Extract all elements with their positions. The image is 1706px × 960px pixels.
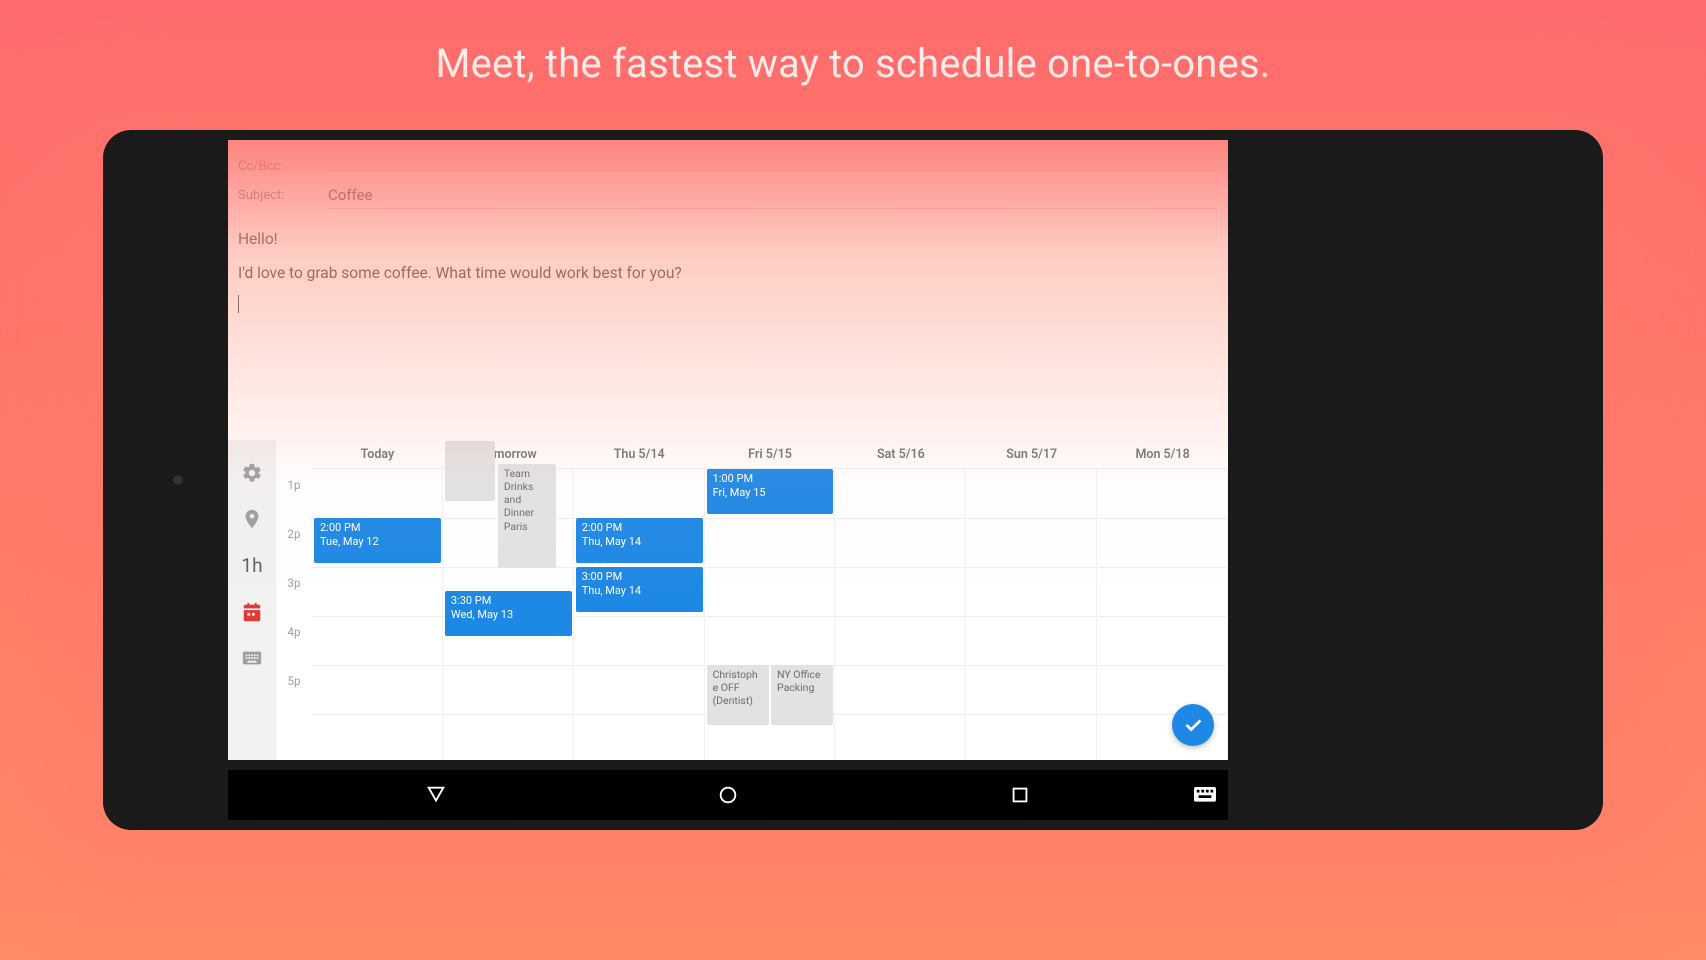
day-columns: Team Drinks and Dinner Paris 2:00 PM Tue… (312, 468, 1228, 760)
location-pin-icon[interactable] (241, 508, 263, 530)
day-header[interactable]: Thu 5/14 (574, 447, 705, 462)
time-gutter: 1p 2p 3p 4p 5p (276, 468, 312, 760)
calendar-picker: 1h Today Tomorrow Thu 5/14 Fri 5/15 Sat … (228, 440, 1228, 760)
subject-row: Subject: Coffee (238, 178, 1218, 213)
busy-event-ny-office[interactable]: NY Office Packing (771, 665, 833, 725)
compose-area: Cc/Bcc: Subject: Coffee Hello! I'd love … (228, 140, 1228, 313)
marketing-title: Meet, the fastest way to schedule one-to… (0, 40, 1706, 87)
slot-time: 3:00 PM (582, 570, 697, 584)
time-slot[interactable]: 2:00 PM Thu, May 14 (576, 518, 703, 563)
tool-rail: 1h (228, 440, 276, 760)
keyboard-indicator-icon[interactable] (1194, 787, 1216, 803)
cc-label: Cc/Bcc: (238, 159, 328, 174)
gear-icon[interactable] (241, 462, 263, 484)
slot-date: Wed, May 13 (451, 608, 566, 622)
app-screen: Cc/Bcc: Subject: Coffee Hello! I'd love … (228, 140, 1228, 760)
body-line: Hello! (238, 227, 1218, 251)
duration-label[interactable]: 1h (241, 554, 262, 577)
event-title: Christophe OFF (Dentist) (713, 668, 758, 707)
event-title: NY Office Packing (777, 668, 821, 694)
time-slot[interactable]: 3:00 PM Thu, May 14 (576, 567, 703, 612)
day-header[interactable]: Fri 5/15 (705, 447, 836, 462)
slot-date: Thu, May 14 (582, 584, 697, 598)
slot-date: Fri, May 15 (713, 486, 828, 500)
check-icon (1182, 714, 1204, 736)
slot-date: Tue, May 12 (320, 535, 435, 549)
busy-event[interactable] (445, 441, 495, 501)
busy-event-christophe[interactable]: Christophe OFF (Dentist) (707, 665, 769, 725)
day-header[interactable]: Sat 5/16 (835, 447, 966, 462)
cc-row: Cc/Bcc: (238, 155, 1218, 178)
time-slot[interactable]: 1:00 PM Fri, May 15 (707, 469, 834, 514)
time-slot[interactable]: 2:00 PM Tue, May 12 (314, 518, 441, 563)
cc-input[interactable] (328, 162, 1218, 171)
calendar-icon[interactable] (241, 601, 263, 623)
hour-label: 2p (276, 525, 312, 574)
day-header[interactable]: Mon 5/18 (1097, 447, 1228, 462)
hour-label: 3p (276, 574, 312, 623)
slot-time: 3:30 PM (451, 594, 566, 608)
slot-date: Thu, May 14 (582, 535, 697, 549)
keyboard-icon[interactable] (241, 647, 263, 669)
tablet-frame: Cc/Bcc: Subject: Coffee Hello! I'd love … (103, 130, 1603, 830)
android-nav-bar (228, 770, 1228, 820)
event-title: Team Drinks and Dinner Paris (504, 467, 534, 533)
subject-label: Subject: (238, 188, 328, 203)
calendar-grid: Today Tomorrow Thu 5/14 Fri 5/15 Sat 5/1… (276, 440, 1228, 760)
recent-apps-icon[interactable] (1009, 784, 1031, 806)
hour-label: 1p (276, 476, 312, 525)
text-cursor (238, 295, 239, 313)
body-line: I'd love to grab some coffee. What time … (238, 261, 1218, 285)
hour-label: 5p (276, 672, 312, 721)
day-header[interactable]: Today (312, 447, 443, 462)
day-header[interactable]: Sun 5/17 (966, 447, 1097, 462)
confirm-button[interactable] (1172, 704, 1214, 746)
home-icon[interactable] (717, 784, 739, 806)
subject-input[interactable]: Coffee (328, 182, 1218, 209)
day-header-row: Today Tomorrow Thu 5/14 Fri 5/15 Sat 5/1… (276, 440, 1228, 468)
grid-body[interactable]: 1p 2p 3p 4p 5p (276, 468, 1228, 760)
slot-time: 2:00 PM (320, 521, 435, 535)
back-icon[interactable] (425, 784, 447, 806)
busy-event-team-drinks[interactable]: Team Drinks and Dinner Paris (498, 464, 556, 568)
email-body[interactable]: Hello! I'd love to grab some coffee. Wha… (238, 227, 1218, 313)
slot-time: 1:00 PM (713, 472, 828, 486)
slot-time: 2:00 PM (582, 521, 697, 535)
hour-label: 4p (276, 623, 312, 672)
time-slot[interactable]: 3:30 PM Wed, May 13 (445, 591, 572, 636)
